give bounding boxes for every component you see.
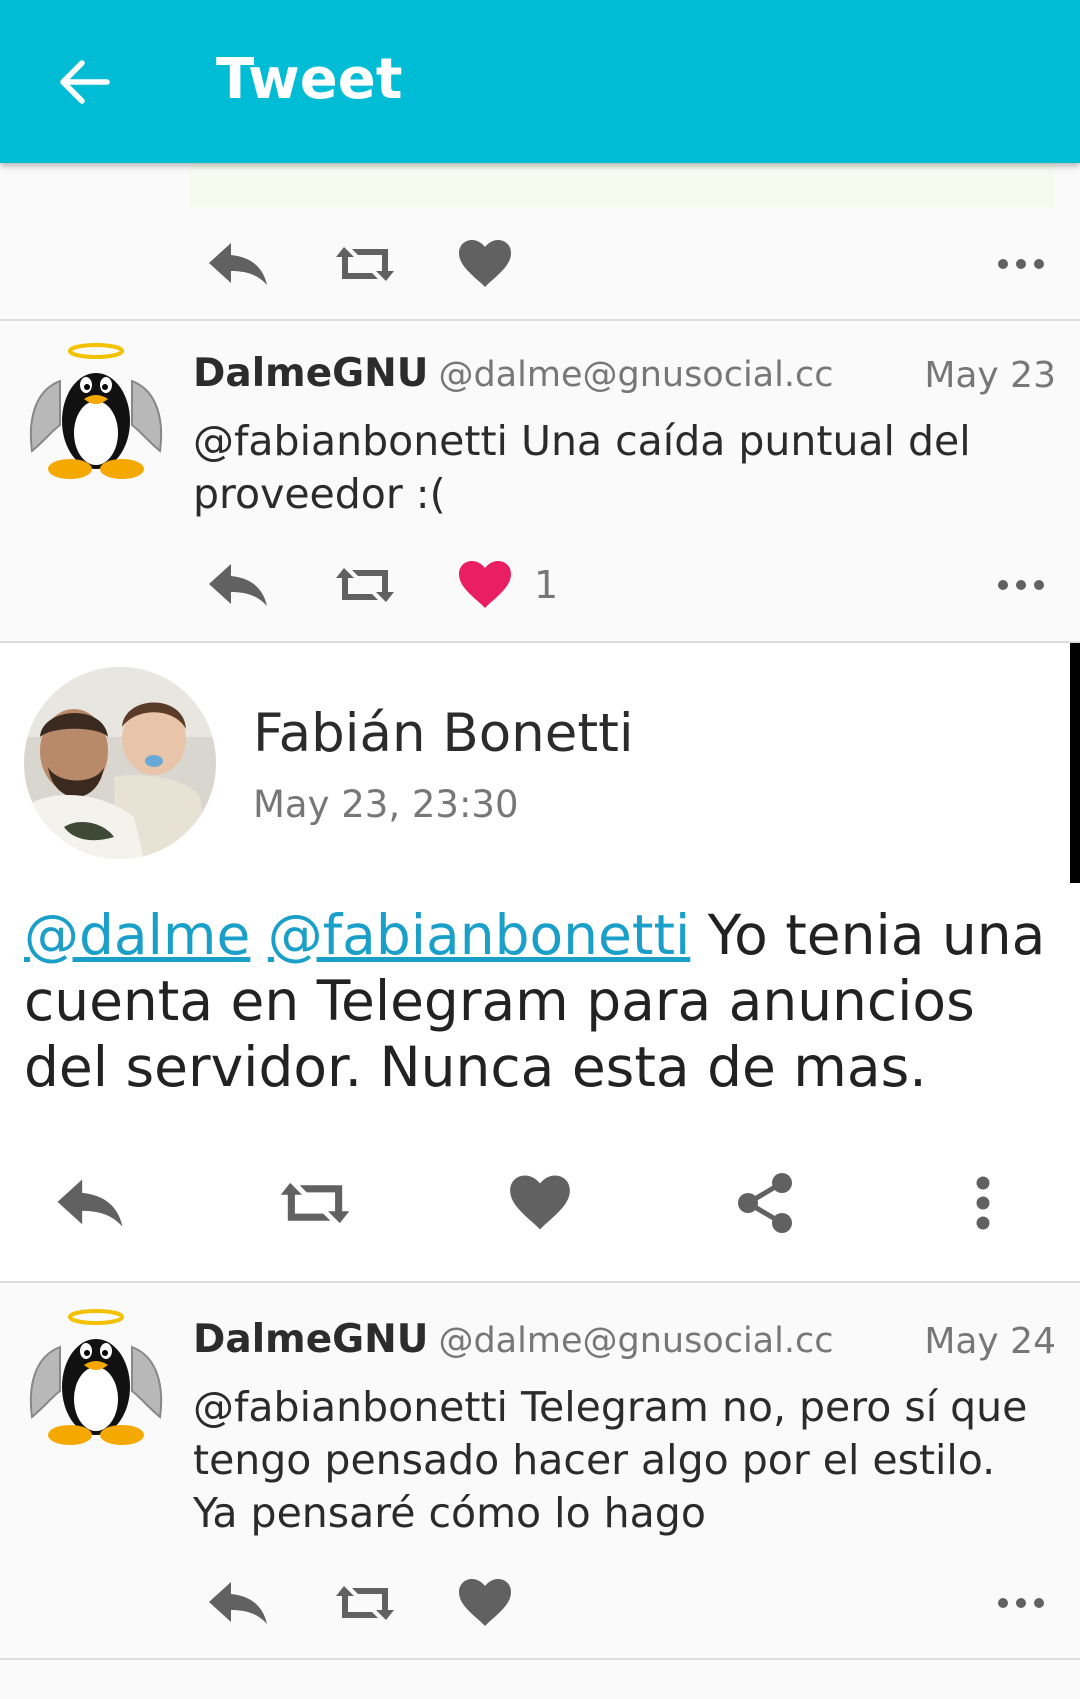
tweet-actions	[205, 1573, 1045, 1633]
mention-link[interactable]: @fabianbonetti	[268, 903, 691, 967]
like-heart-icon[interactable]	[458, 234, 512, 294]
mention-link[interactable]: @dalme	[24, 903, 250, 967]
author-handle[interactable]: @dalme@gnusocial.cc	[438, 355, 833, 395]
author-handle[interactable]: @dalme@gnusocial.cc	[438, 1321, 833, 1361]
retweet-icon[interactable]	[332, 1573, 398, 1633]
detail-tweet-text: @dalme @fabianbonetti Yo tenia una cuent…	[24, 902, 1054, 1100]
author-name[interactable]: DalmeGNU	[193, 351, 428, 396]
tweet-date: May 23	[924, 355, 1056, 396]
tweet-detail: Fabián Bonetti May 23, 23:30 @dalme @fab…	[0, 643, 1080, 1283]
tweet-row-partial[interactable]	[0, 1660, 1080, 1699]
like-heart-icon[interactable]	[490, 1163, 590, 1243]
media-preview-strip	[190, 163, 1055, 207]
avatar[interactable]	[24, 1307, 168, 1451]
scrollbar[interactable]	[1070, 643, 1080, 883]
reply-icon[interactable]	[205, 1573, 271, 1633]
retweet-icon[interactable]	[265, 1163, 365, 1243]
more-options-icon[interactable]	[997, 555, 1045, 615]
retweet-icon[interactable]	[332, 234, 398, 294]
more-options-icon[interactable]	[997, 1573, 1045, 1633]
like-count: 1	[534, 563, 559, 607]
tweet-text: @fabianbonetti Telegram no, pero sí que …	[193, 1383, 1028, 1537]
more-options-icon[interactable]	[997, 234, 1045, 294]
retweet-icon[interactable]	[332, 555, 398, 615]
like-heart-icon[interactable]: 1	[458, 555, 558, 615]
tweet-row-partial[interactable]	[0, 163, 1080, 321]
share-icon[interactable]	[715, 1163, 815, 1243]
author-name[interactable]: DalmeGNU	[193, 1317, 428, 1362]
detail-actions	[0, 1163, 1080, 1243]
tweet-actions	[205, 234, 1045, 294]
tweet-date: May 24	[924, 1321, 1056, 1362]
avatar[interactable]	[24, 341, 168, 485]
more-vertical-icon[interactable]	[933, 1163, 1033, 1243]
detail-author-name[interactable]: Fabián Bonetti	[253, 703, 634, 764]
tweet-actions: 1	[205, 555, 1045, 615]
tweet-row[interactable]: DalmeGNU @dalme@gnusocial.cc May 23 @fabi…	[0, 321, 1080, 643]
detail-date: May 23, 23:30	[253, 783, 519, 826]
like-heart-icon[interactable]	[458, 1573, 512, 1633]
back-arrow-icon[interactable]	[48, 46, 120, 118]
detail-avatar[interactable]	[24, 667, 216, 859]
reply-icon[interactable]	[205, 555, 271, 615]
tweet-text: @fabianbonetti Una caída puntual del pro…	[193, 417, 971, 518]
reply-icon[interactable]	[205, 234, 271, 294]
reply-icon[interactable]	[40, 1163, 140, 1243]
tweet-row[interactable]: DalmeGNU @dalme@gnusocial.cc May 24 @fabi…	[0, 1283, 1080, 1660]
app-bar-title: Tweet	[216, 47, 403, 112]
app-bar: Tweet	[0, 0, 1080, 163]
